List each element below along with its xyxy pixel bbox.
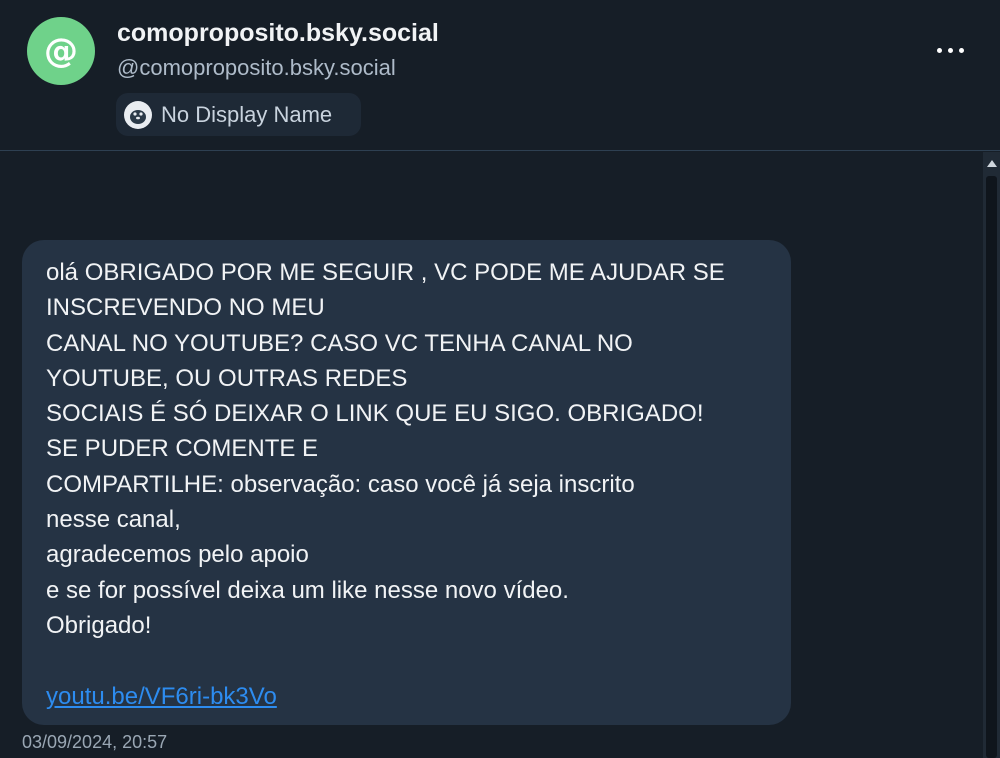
display-name-badge: No Display Name: [116, 93, 361, 136]
at-sign-icon: @: [44, 31, 78, 71]
message-line: e se for possível deixa um like nesse no…: [46, 576, 569, 604]
message-bubble: olá OBRIGADO POR ME SEGUIR , VC PODE ME …: [22, 240, 791, 725]
message-line: COMPARTILHE: observação: caso você já se…: [46, 470, 635, 498]
message-line: nesse canal,: [46, 506, 181, 534]
display-name-label: No Display Name: [161, 101, 333, 127]
profile-handle: @comoproposito.bsky.social: [117, 55, 396, 80]
youtube-link[interactable]: youtu.be/VF6ri-bk3Vo: [46, 683, 277, 710]
profile-title[interactable]: comoproposito.bsky.social: [117, 19, 439, 48]
scrollbar-thumb[interactable]: [986, 176, 997, 758]
scroll-up-arrow-icon[interactable]: [987, 160, 997, 167]
seal-icon: [124, 100, 152, 129]
message-line: olá OBRIGADO POR ME SEGUIR , VC PODE ME …: [46, 259, 725, 286]
avatar[interactable]: @: [27, 17, 95, 85]
message-timestamp: 03/09/2024, 20:57: [22, 732, 168, 752]
message-line: CANAL NO YOUTUBE? CASO VC TENHA CANAL NO: [46, 329, 633, 357]
more-options-button[interactable]: [930, 36, 970, 64]
message-line: SOCIAIS É SÓ DEIXAR O LINK QUE EU SIGO. …: [46, 400, 704, 428]
message-line: SE PUDER COMENTE E: [46, 435, 319, 463]
more-options-icon: [936, 47, 942, 53]
conversation-header: @ comoproposito.bsky.social @comoproposi…: [0, 0, 1000, 151]
message-line: agradecemos pelo apoio: [46, 541, 309, 569]
message-line: INSCREVENDO NO MEU: [46, 294, 325, 322]
scrollbar[interactable]: [983, 152, 1000, 758]
message-line: YOUTUBE, OU OUTRAS REDES: [46, 364, 408, 392]
message-link-line: youtu.be/VF6ri-bk3Vo: [46, 679, 771, 714]
message-line: Obrigado!: [46, 611, 152, 639]
